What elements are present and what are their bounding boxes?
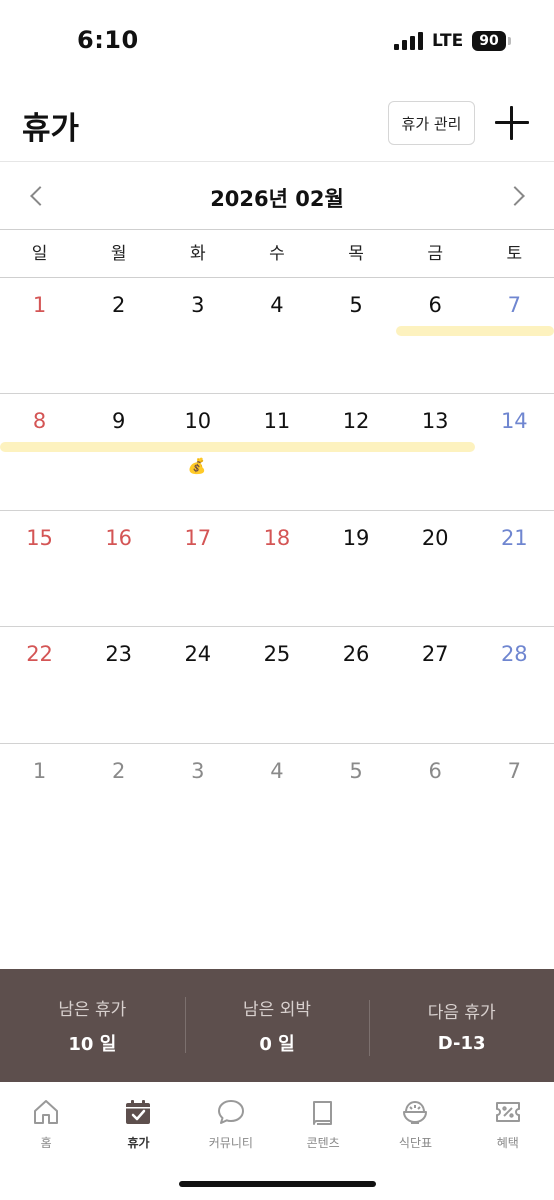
signal-icon [394,32,424,50]
calendar-day-next-month[interactable]: 2 [79,744,158,860]
summary-label: 다음 휴가 [427,1002,496,1023]
weekday-tue: 화 [189,244,206,264]
weekday-sat: 토 [506,244,523,264]
calendar-day[interactable]: 15 [0,511,79,626]
status-time: 6:10 [77,26,139,54]
weekday-mon: 월 [110,244,127,264]
calendar-day[interactable]: 25 [237,627,316,742]
tab-label: 커뮤니티 [208,1136,253,1150]
battery-tip [508,37,511,45]
calendar-day[interactable]: 3 [158,278,237,393]
calendar-day[interactable]: 23 [79,627,158,742]
calendar-day[interactable]: 5 [317,278,396,393]
money-bag-icon: 💰 [187,457,207,476]
month-nav: 2026년 02월 [0,163,554,230]
tab-benefits[interactable]: 혜택 [462,1082,554,1200]
calendar-day-next-month[interactable]: 7 [475,744,554,860]
calendar-day-next-month[interactable]: 4 [237,744,316,860]
header: 휴가 휴가 관리 [0,84,554,162]
calendar-week: 1 2 3 4 5 6 7 [0,744,554,860]
tab-label: 혜택 [496,1136,519,1150]
calendar-day[interactable]: 2 [79,278,158,393]
status-bar: 6:10 LTE 90 [0,0,554,84]
tab-label: 홈 [40,1136,52,1150]
calendar-week: 15 16 17 18 19 20 21 [0,511,554,628]
chat-bubble-icon [217,1100,244,1124]
weekday-sun: 일 [31,244,48,264]
add-icon[interactable] [493,104,531,142]
calendar-day-next-month[interactable]: 5 [317,744,396,860]
calendar-day[interactable]: 24 [158,627,237,742]
vacation-period-bar[interactable] [0,442,475,453]
calendar-day[interactable]: 19 [317,511,396,626]
home-icon [34,1100,59,1124]
tab-label: 휴가 [127,1136,150,1150]
calendar-day[interactable]: 14 [475,394,554,509]
battery-icon: 90 [472,31,506,51]
calendar-day[interactable]: 11 [237,394,316,509]
calendar-day[interactable]: 8 [0,394,79,509]
weekday-thu: 목 [348,244,364,264]
summary-label: 남은 휴가 [58,1000,127,1020]
calendar-day[interactable]: 20 [396,511,475,626]
vacation-manage-button[interactable]: 휴가 관리 [388,101,475,145]
calendar-day[interactable]: 26 [317,627,396,742]
tab-label: 식단표 [398,1136,433,1150]
tab-home[interactable]: 홈 [0,1082,92,1200]
calendar-day[interactable]: 1 [0,278,79,393]
summary-value: D-13 [437,1032,486,1054]
coupon-icon [495,1102,520,1122]
calendar-week: 1 2 3 4 5 6 7 [0,278,554,395]
calendar-day[interactable]: 12 [317,394,396,509]
home-indicator[interactable] [179,1181,376,1187]
month-title: 2026년 02월 [210,187,344,211]
calendar-week: 22 23 24 25 26 27 28 [0,627,554,744]
calendar-day-next-month[interactable]: 6 [396,744,475,860]
weekday-header: 일 월 화 수 목 금 토 [0,231,554,278]
tab-menu[interactable]: 식단표 [369,1082,461,1200]
calendar-day[interactable]: 16 [79,511,158,626]
calendar-grid: 1 2 3 4 5 6 7 8 9 10 11 12 13 14 💰 15 16… [0,278,554,860]
summary-next-vacation: 다음 휴가 D-13 [369,998,554,1056]
vacation-summary-panel: 남은 휴가 10 일 남은 외박 0 일 다음 휴가 D-13 [0,969,554,1082]
summary-label: 남은 외박 [243,1000,311,1020]
calendar-day[interactable]: 27 [396,627,475,742]
weekday-wed: 수 [269,244,285,264]
calendar-day[interactable]: 18 [237,511,316,626]
calendar-day-next-month[interactable]: 1 [0,744,79,860]
tab-vacation[interactable]: 휴가 [92,1082,184,1200]
summary-value: 0 일 [259,1034,295,1055]
summary-value: 10 일 [68,1034,117,1055]
calendar-day[interactable]: 22 [0,627,79,742]
page-title: 휴가 [22,111,80,147]
book-icon [313,1101,333,1125]
calendar-check-icon [126,1100,151,1124]
network-label: LTE [432,31,464,51]
calendar-day[interactable]: 17 [158,511,237,626]
calendar-day[interactable]: 21 [475,511,554,626]
calendar-day[interactable]: 10 [158,394,237,509]
tab-label: 콘텐츠 [306,1136,340,1150]
rice-bowl-icon [403,1101,428,1124]
calendar-day[interactable]: 13 [396,394,475,509]
summary-remaining-vacation: 남은 휴가 10 일 [0,995,185,1056]
vacation-period-bar[interactable] [396,326,554,336]
calendar-day[interactable]: 9 [79,394,158,509]
calendar-day[interactable]: 4 [237,278,316,393]
weekday-fri: 금 [427,244,443,264]
calendar-day[interactable]: 28 [475,627,554,742]
calendar-day-next-month[interactable]: 3 [158,744,237,860]
summary-remaining-overnight: 남은 외박 0 일 [184,995,370,1056]
calendar-week: 8 9 10 11 12 13 14 💰 [0,394,554,511]
